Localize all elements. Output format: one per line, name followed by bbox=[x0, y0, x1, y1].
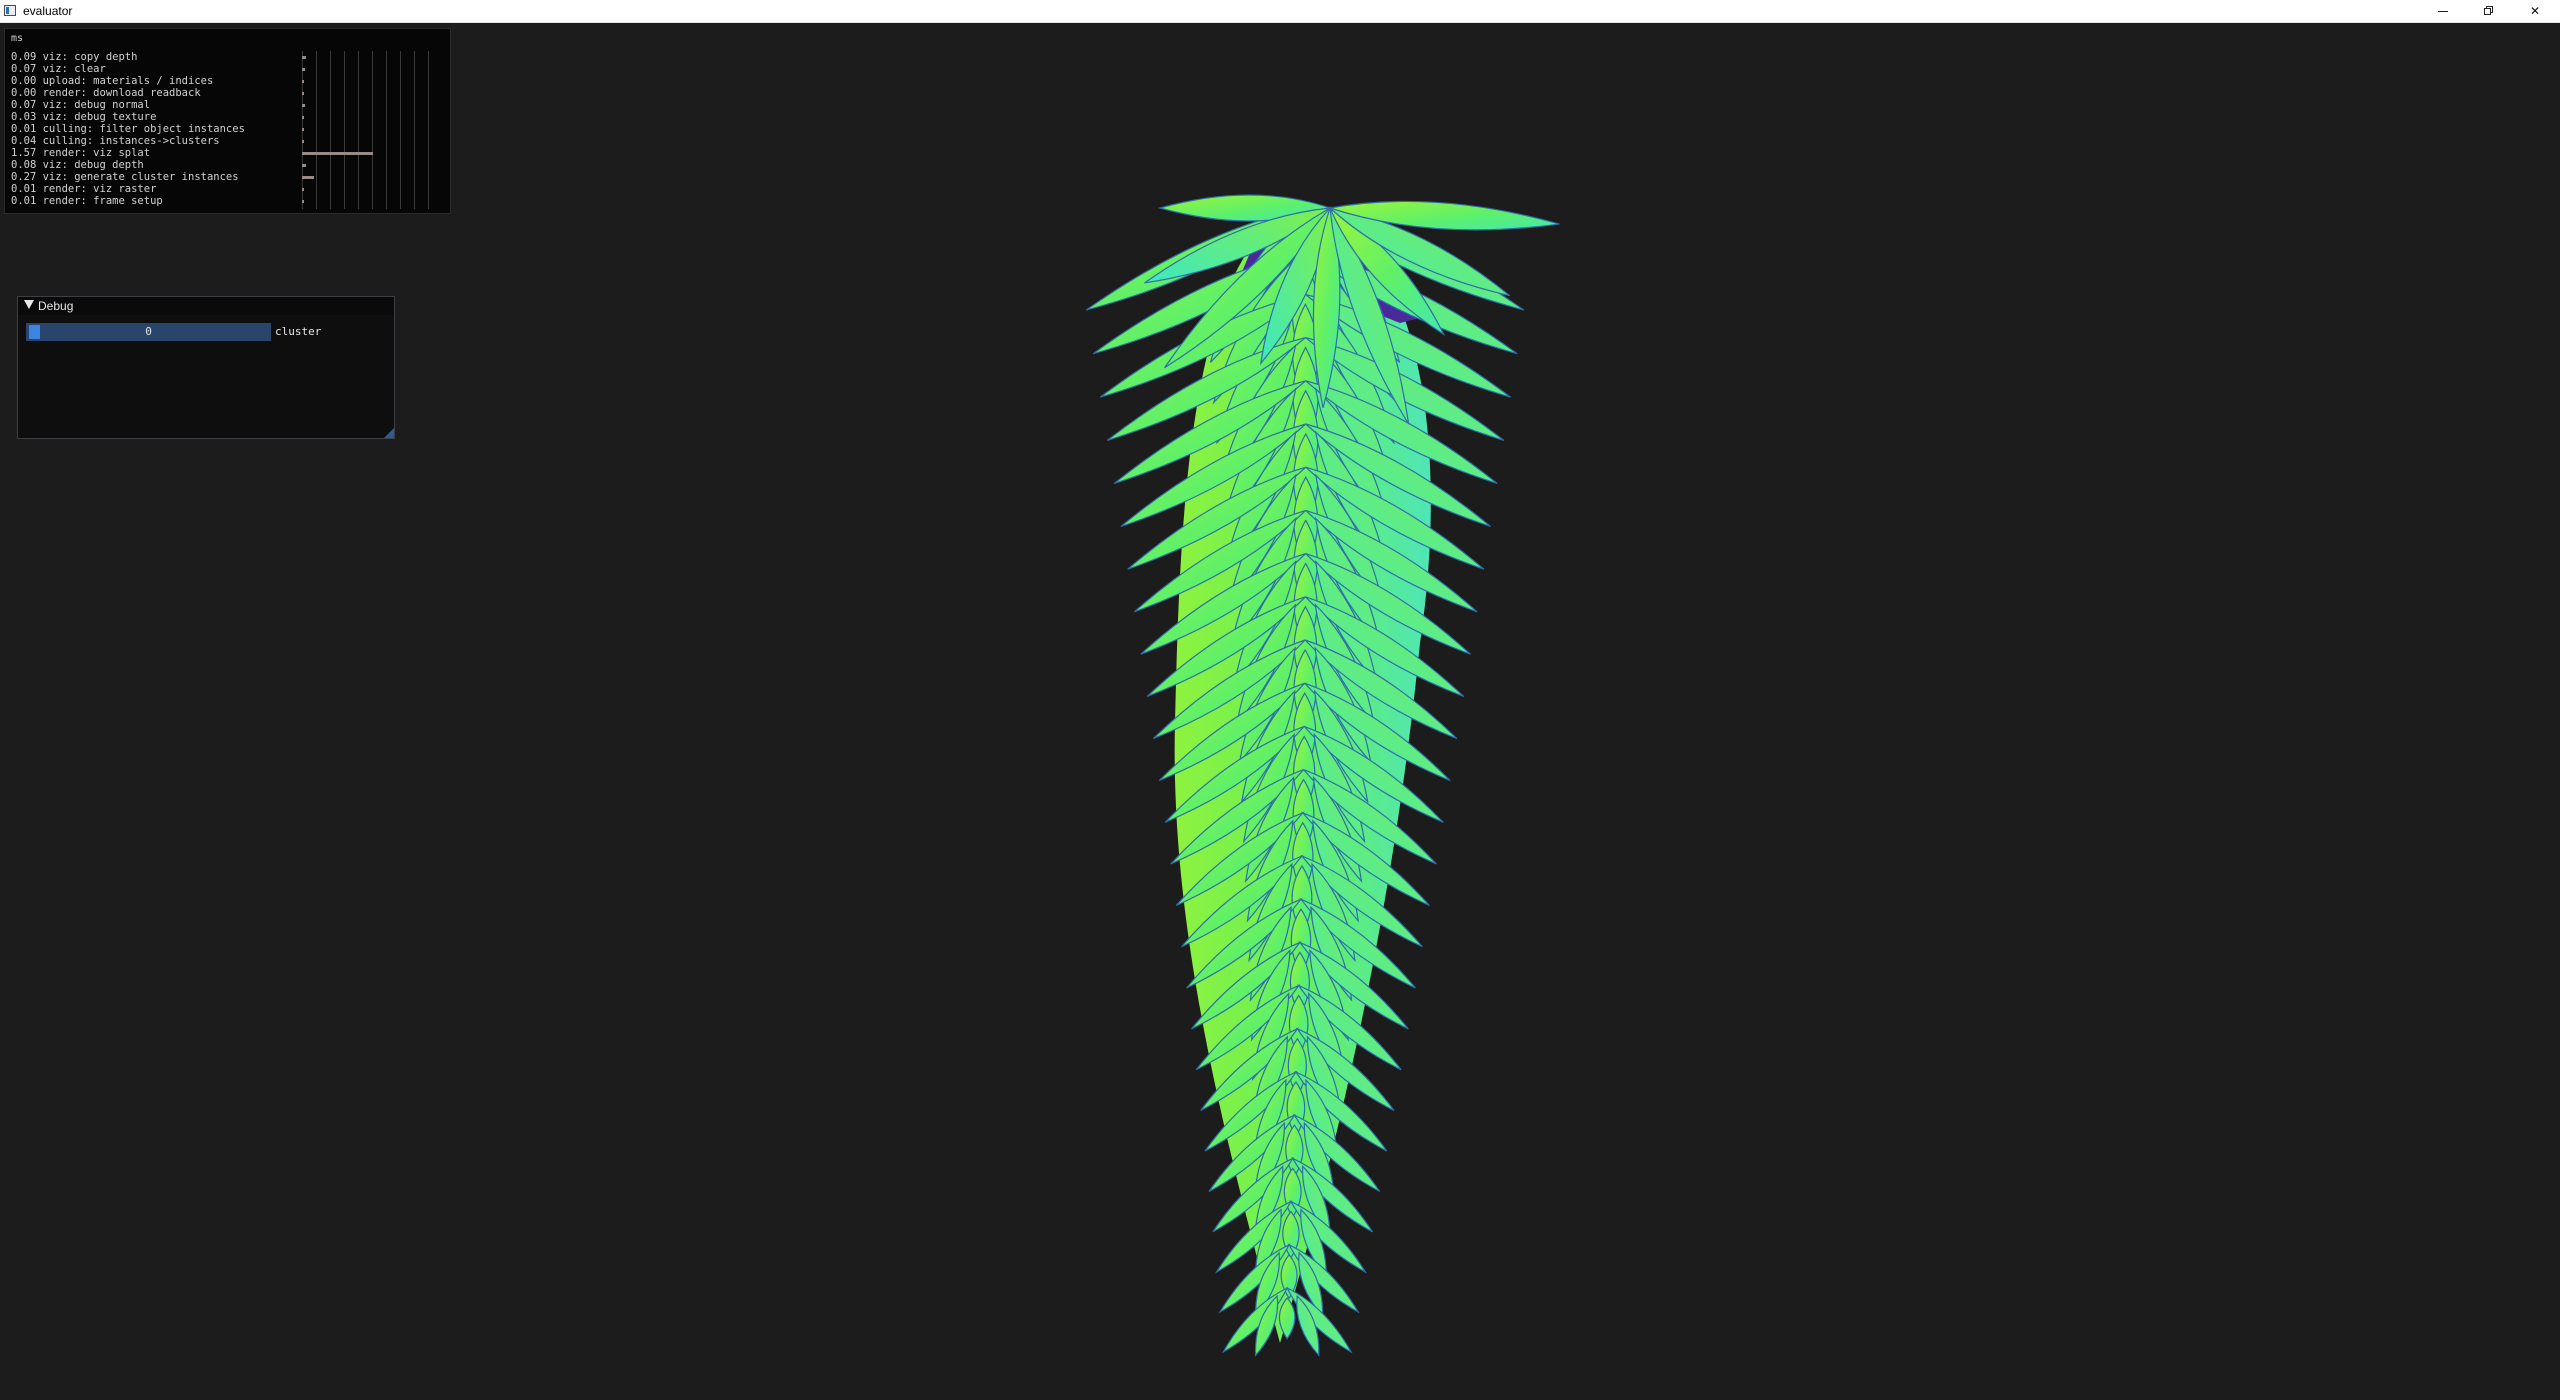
minimize-icon bbox=[2438, 10, 2448, 12]
graph-gridline bbox=[372, 51, 373, 209]
graph-gridline bbox=[414, 51, 415, 209]
timing-bar bbox=[302, 140, 304, 143]
collapse-arrow-icon[interactable] bbox=[24, 300, 34, 309]
profiler-row: 0.00 upload: materials / indices bbox=[11, 75, 214, 87]
restore-icon bbox=[2484, 6, 2494, 16]
window-title: evaluator bbox=[23, 4, 73, 18]
debug-window[interactable]: Debug 0 cluster bbox=[17, 296, 395, 439]
timing-bar bbox=[302, 116, 304, 119]
window-titlebar[interactable]: evaluator ✕ bbox=[0, 0, 2560, 23]
graph-gridline bbox=[400, 51, 401, 209]
profiler-row: 0.03 viz: debug texture bbox=[11, 111, 157, 123]
profiler-row: 0.01 render: viz raster bbox=[11, 183, 157, 195]
timing-bar bbox=[302, 104, 305, 107]
timing-bar bbox=[302, 80, 304, 83]
profiler-row: 0.27 viz: generate cluster instances bbox=[11, 171, 239, 183]
resize-grip-icon[interactable] bbox=[384, 428, 394, 438]
timing-bar bbox=[302, 56, 306, 59]
profiler-row: 0.07 viz: clear bbox=[11, 63, 106, 75]
timing-bar bbox=[302, 200, 304, 203]
minimize-button[interactable] bbox=[2420, 0, 2466, 22]
debug-window-title: Debug bbox=[38, 299, 74, 313]
profiler-row: 0.09 viz: copy depth bbox=[11, 51, 138, 63]
timing-bar bbox=[302, 164, 306, 167]
cluster-slider[interactable]: 0 bbox=[26, 323, 271, 341]
timing-bar bbox=[302, 176, 314, 179]
profiler-row: 0.01 render: frame setup bbox=[11, 195, 163, 207]
profiler-row: 0.01 culling: filter object instances bbox=[11, 123, 245, 135]
render-viewport[interactable] bbox=[0, 23, 2560, 1400]
app-icon bbox=[4, 5, 16, 16]
timing-bar bbox=[302, 92, 304, 95]
profiler-overlay: ms 0.09 viz: copy depth 0.07 viz: clear … bbox=[4, 28, 451, 214]
profiler-rows: 0.09 viz: copy depth 0.07 viz: clear 0.0… bbox=[11, 51, 245, 207]
timing-bar bbox=[302, 152, 373, 155]
timing-bar bbox=[302, 188, 304, 191]
graph-gridline bbox=[428, 51, 429, 209]
close-button[interactable]: ✕ bbox=[2512, 0, 2558, 22]
cluster-slider-label: cluster bbox=[275, 325, 322, 338]
timing-bar bbox=[302, 128, 304, 131]
graph-gridline bbox=[386, 51, 387, 209]
graph-gridline bbox=[358, 51, 359, 209]
profiler-row: 0.07 viz: debug normal bbox=[11, 99, 151, 111]
profiler-row: 0.04 culling: instances->clusters bbox=[11, 135, 220, 147]
profiler-timing-graph bbox=[302, 51, 442, 209]
plant-render bbox=[1085, 194, 1560, 1357]
profiler-row: 0.00 render: download readback bbox=[11, 87, 201, 99]
cluster-slider-value: 0 bbox=[145, 325, 152, 338]
plant-leaves bbox=[1085, 194, 1560, 1357]
graph-gridline bbox=[330, 51, 331, 209]
graph-gridline bbox=[344, 51, 345, 209]
graph-gridline bbox=[316, 51, 317, 209]
debug-window-header[interactable]: Debug bbox=[18, 297, 394, 315]
restore-button[interactable] bbox=[2466, 0, 2512, 22]
profiler-row: 1.57 render: viz splat bbox=[11, 147, 151, 159]
timing-bar bbox=[302, 68, 305, 71]
profiler-row: 0.08 viz: debug depth bbox=[11, 159, 144, 171]
close-icon: ✕ bbox=[2529, 4, 2541, 18]
profiler-unit-label: ms bbox=[11, 33, 24, 44]
